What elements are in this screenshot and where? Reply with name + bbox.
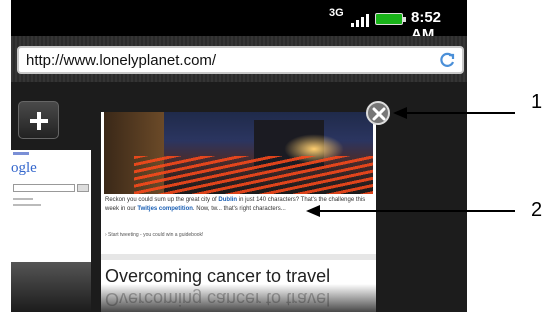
tweet-link[interactable]: › Start tweeting - you could win a guide… xyxy=(105,232,203,238)
thumbnail-search-button xyxy=(77,184,89,192)
window-thumbnail-previous[interactable]: ogle xyxy=(11,150,91,262)
twitjes-link[interactable]: Twitjes competition xyxy=(137,206,193,212)
refresh-icon[interactable] xyxy=(438,51,456,69)
dublin-link[interactable]: Dublin xyxy=(218,197,237,203)
url-input[interactable]: http://www.lonelyplanet.com/ xyxy=(17,46,464,74)
thumbnail-text-line xyxy=(13,198,33,200)
thumbnail-text-line xyxy=(13,204,41,206)
battery-icon xyxy=(375,13,406,25)
dublin-photo xyxy=(104,112,373,194)
callout-line-2 xyxy=(318,210,515,212)
callout-number-1: 1 xyxy=(531,91,543,113)
status-bar: 3G 8:52 AM xyxy=(11,0,467,43)
thumbnail-logo: ogle xyxy=(11,160,37,176)
network-indicator: 3G xyxy=(329,7,344,19)
window-thumbnail-current[interactable]: Reckon you could sum up the great city o… xyxy=(101,112,376,312)
divider xyxy=(101,254,376,260)
plus-icon xyxy=(30,112,48,130)
bottom-fade xyxy=(101,284,376,312)
callout-number-2: 2 xyxy=(531,199,543,221)
browser-screen: 3G 8:52 AM http://www.lonelyplanet.com/ … xyxy=(11,0,467,312)
close-window-button[interactable] xyxy=(366,101,390,125)
new-window-button[interactable] xyxy=(18,101,59,139)
thumbnail-search-box xyxy=(13,184,75,192)
close-icon xyxy=(372,107,386,121)
thumbnail-link-bar xyxy=(13,152,29,155)
callout-line-1 xyxy=(405,112,515,114)
signal-icon xyxy=(351,11,371,27)
url-text: http://www.lonelyplanet.com/ xyxy=(26,52,217,69)
url-bar: http://www.lonelyplanet.com/ xyxy=(11,36,467,82)
thumbnail-reflection xyxy=(11,262,91,312)
